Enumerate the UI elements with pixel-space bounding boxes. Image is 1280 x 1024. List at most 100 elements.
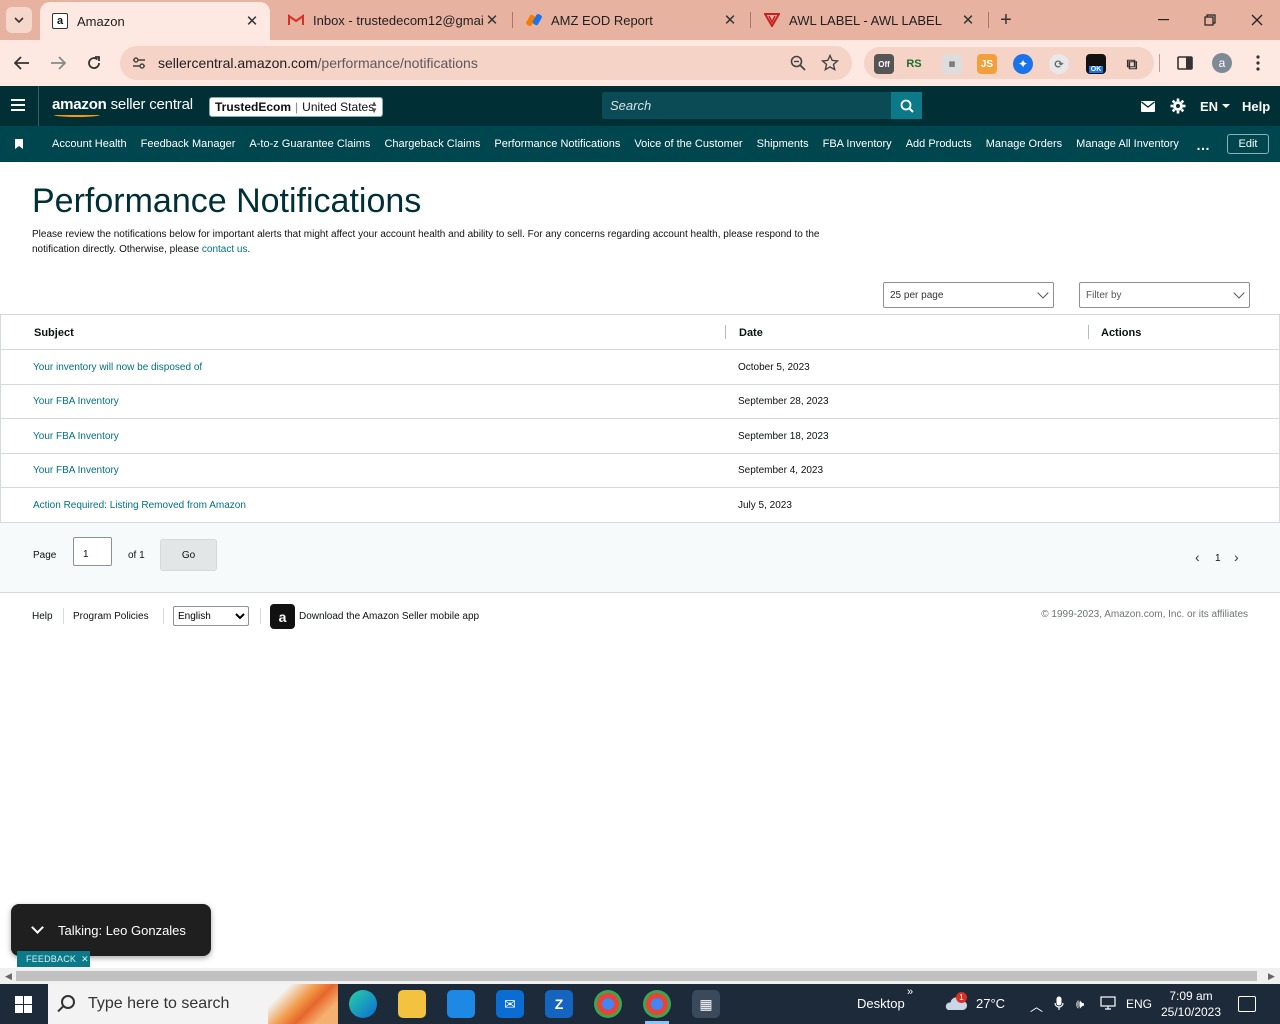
site-info-icon[interactable] <box>124 48 154 78</box>
close-tab-icon[interactable]: ✕ <box>960 12 976 29</box>
profile-avatar[interactable]: a <box>1212 53 1232 73</box>
footer-program-policies-link[interactable]: Program Policies <box>73 611 149 622</box>
calculator-icon[interactable]: ▦ <box>692 990 720 1018</box>
input-language[interactable]: ENG <box>1126 997 1152 1011</box>
extension-rs-icon[interactable]: RS <box>904 54 924 74</box>
desktop-toolbar[interactable]: Desktop <box>857 996 905 1011</box>
bookmark-icon[interactable] <box>15 139 23 149</box>
edit-nav-button[interactable]: Edit <box>1227 134 1269 154</box>
prev-page-icon[interactable]: ‹ <box>1195 550 1200 564</box>
account-switcher[interactable]: TrustedEcom | United States ▲ ▼ <box>209 97 383 117</box>
nav-item-feedback-manager[interactable]: Feedback Manager <box>141 138 236 150</box>
per-page-select[interactable]: 25 per page <box>883 282 1054 308</box>
next-page-icon[interactable]: › <box>1234 550 1239 564</box>
minimize-icon[interactable] <box>1141 0 1187 40</box>
browser-menu-icon[interactable] <box>1246 51 1270 75</box>
browser-tab-gmail[interactable]: Inbox - trustedecom12@gmail. ✕ <box>276 0 510 40</box>
chevron-down-icon[interactable] <box>31 921 44 934</box>
file-explorer-icon[interactable] <box>398 990 426 1018</box>
search-button[interactable] <box>891 92 922 119</box>
extension-calendar-icon[interactable]: ▦ <box>942 54 962 74</box>
amazon-app-icon[interactable]: a <box>270 604 295 629</box>
scroll-left-icon[interactable]: ◀ <box>5 971 12 982</box>
messages-icon[interactable] <box>1141 98 1155 114</box>
talking-call-widget[interactable]: Talking: Leo Gonzales <box>11 904 211 956</box>
close-tab-icon[interactable]: ✕ <box>484 12 500 29</box>
settings-gear-icon[interactable] <box>1170 98 1186 114</box>
close-tab-icon[interactable]: ✕ <box>244 13 260 30</box>
edge-icon[interactable] <box>349 990 377 1018</box>
network-icon[interactable] <box>1100 996 1116 1013</box>
store-icon[interactable] <box>447 990 475 1018</box>
hamburger-menu-icon[interactable] <box>11 99 25 111</box>
download-app-link[interactable]: Download the Amazon Seller mobile app <box>299 611 479 622</box>
show-hidden-icons-icon[interactable]: ︿ <box>1030 996 1043 1015</box>
back-icon[interactable] <box>9 50 35 76</box>
feedback-tab[interactable]: FEEDBACK ✕ <box>17 951 90 967</box>
scrollbar-thumb[interactable] <box>16 971 1257 981</box>
taskbar-search[interactable]: Type here to search <box>48 984 338 1024</box>
notification-subject-link[interactable]: Your FBA Inventory <box>33 396 119 407</box>
address-bar[interactable]: sellercentral.amazon.com/performance/not… <box>120 46 852 80</box>
taskbar-clock[interactable]: 7:09 am 25/10/2023 <box>1158 988 1224 1020</box>
filter-select[interactable]: Filter by <box>1079 282 1250 308</box>
footer-help-link[interactable]: Help <box>32 611 53 622</box>
go-button[interactable]: Go <box>160 539 217 571</box>
chrome-profile-m-icon[interactable] <box>594 990 622 1018</box>
tab-search-button[interactable] <box>6 7 32 33</box>
notification-subject-link[interactable]: Action Required: Listing Removed from Am… <box>33 500 246 511</box>
extension-ok-icon[interactable]: OK <box>1086 54 1106 74</box>
footer-language-select[interactable]: English <box>173 606 249 626</box>
side-panel-icon[interactable] <box>1173 51 1197 75</box>
weather-temperature[interactable]: 27°C <box>976 996 1005 1011</box>
more-nav-icon[interactable]: … <box>1196 137 1211 153</box>
new-tab-icon[interactable]: + <box>994 8 1018 32</box>
nav-item-account-health[interactable]: Account Health <box>52 138 127 150</box>
nav-item-performance-notifications[interactable]: Performance Notifications <box>494 138 620 150</box>
page-number-input[interactable] <box>73 537 112 566</box>
nav-item-add-products[interactable]: Add Products <box>906 138 972 150</box>
browser-tab-awl-label[interactable]: AWL LABEL - AWL LABEL ✕ <box>752 0 986 40</box>
close-tab-icon[interactable]: ✕ <box>722 12 738 29</box>
contact-us-link[interactable]: contact us <box>202 244 248 255</box>
microphone-icon[interactable] <box>1054 996 1064 1014</box>
extension-refresh-icon[interactable]: ⟳ <box>1049 54 1069 74</box>
seller-central-logo[interactable]: amazon seller central <box>52 96 193 117</box>
help-link[interactable]: Help <box>1242 98 1270 114</box>
notification-center-icon[interactable] <box>1238 996 1256 1012</box>
zoom-icon[interactable] <box>788 53 808 73</box>
column-date[interactable]: Date <box>739 327 763 339</box>
notification-subject-link[interactable]: Your FBA Inventory <box>33 431 119 442</box>
chrome-icon[interactable] <box>643 990 671 1024</box>
current-page-number[interactable]: 1 <box>1215 553 1221 564</box>
nav-item-fba-inventory[interactable]: FBA Inventory <box>823 138 892 150</box>
reload-icon[interactable] <box>81 50 107 76</box>
search-input[interactable] <box>602 92 890 119</box>
extension-compass-icon[interactable]: ✦ <box>1013 54 1033 74</box>
nav-item-shipments[interactable]: Shipments <box>757 138 809 150</box>
mail-icon[interactable]: ✉ <box>496 990 524 1018</box>
notification-subject-link[interactable]: Your FBA Inventory <box>33 465 119 476</box>
close-icon[interactable]: ✕ <box>81 954 89 965</box>
nav-item-a-to-z-claims[interactable]: A-to-z Guarantee Claims <box>249 138 370 150</box>
nav-item-manage-all-inventory[interactable]: Manage All Inventory <box>1076 138 1179 150</box>
extensions-puzzle-icon[interactable]: ⧉ <box>1122 54 1142 74</box>
notification-subject-link[interactable]: Your inventory will now be disposed of <box>33 362 202 373</box>
language-selector[interactable]: EN <box>1200 98 1231 114</box>
column-subject[interactable]: Subject <box>34 327 74 339</box>
nav-item-voice-of-customer[interactable]: Voice of the Customer <box>634 138 742 150</box>
browser-tab-eod-report[interactable]: AMZ EOD Report ✕ <box>514 0 748 40</box>
zoom-app-icon[interactable]: Z <box>545 990 573 1018</box>
close-window-icon[interactable] <box>1234 0 1280 40</box>
windows-start-icon[interactable] <box>15 996 32 1013</box>
restore-icon[interactable] <box>1187 0 1233 40</box>
extension-off-icon[interactable]: Off <box>874 54 894 74</box>
nav-item-chargeback-claims[interactable]: Chargeback Claims <box>384 138 480 150</box>
browser-tab-amazon[interactable]: a Amazon ✕ <box>40 2 270 40</box>
volume-icon[interactable]: 🕪 <box>1076 996 1084 1012</box>
horizontal-scrollbar[interactable]: ◀ ▶ <box>0 968 1280 984</box>
scroll-right-icon[interactable]: ▶ <box>1268 971 1275 982</box>
nav-item-manage-orders[interactable]: Manage Orders <box>986 138 1062 150</box>
forward-icon[interactable] <box>45 50 71 76</box>
extension-js-icon[interactable]: JS <box>977 54 997 74</box>
